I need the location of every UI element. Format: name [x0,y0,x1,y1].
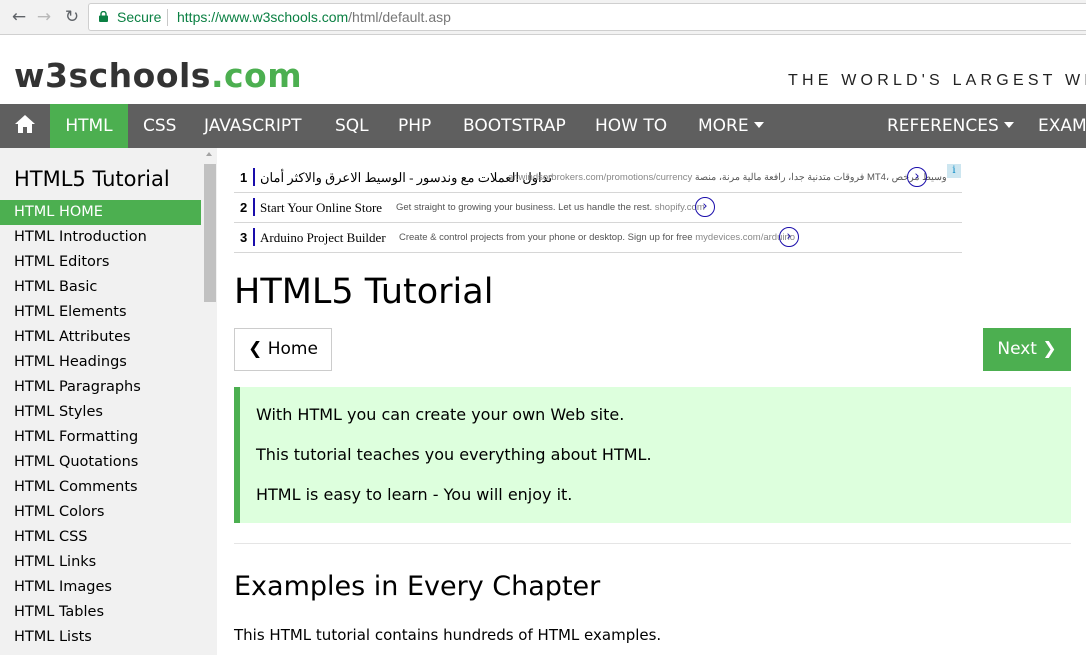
ad-desc: Get straight to growing your business. L… [396,202,705,213]
nav-php[interactable]: PHP [398,104,431,148]
nav-javascript[interactable]: JAVASCRIPT [204,104,302,148]
sidebar-item[interactable]: HTML Basic [0,275,201,300]
sidebar-item[interactable]: HTML Elements [0,300,201,325]
sidebar-item[interactable]: HTML Images [0,575,201,600]
reload-icon[interactable]: ↻ [61,6,83,28]
nav-more-label: MORE [698,116,749,136]
w3schools-logo[interactable]: w3schools.com [14,56,302,95]
ad-block: 1 تداول العملات مع وندسور - الوسيط الاعر… [234,163,962,253]
sidebar-item[interactable]: HTML Tables [0,600,201,625]
ad-title[interactable]: Start Your Online Store [260,200,382,216]
note-line: This tutorial teaches you everything abo… [256,445,652,464]
nav-howto[interactable]: HOW TO [595,104,667,148]
nav-exam[interactable]: EXAM [1038,104,1086,148]
house-icon [15,115,35,133]
ad-divider [253,168,255,186]
tagline: THE WORLD'S LARGEST WEB D [788,72,1086,89]
sidebar-item[interactable]: HTML HOME [0,200,201,225]
sidebar-item[interactable]: HTML Headings [0,350,201,375]
home-button[interactable]: ❮ Home [234,328,332,371]
forward-arrow-icon[interactable]: → [33,6,55,28]
nav-bootstrap[interactable]: BOOTSTRAP [463,104,566,148]
ad-url: ar.windsorbrokers.com/promotions/currenc… [508,172,693,183]
omnibox-separator [167,9,168,26]
sidebar-title: HTML5 Tutorial [14,167,170,191]
ad-row[interactable]: 2 Start Your Online Store Get straight t… [234,193,962,223]
nav-sql[interactable]: SQL [335,104,369,148]
address-bar[interactable]: Secure https://www.w3schools.com/html/de… [88,3,1086,31]
ad-desc: ar.windsorbrokers.com/promotions/currenc… [508,172,947,183]
sidebar-item[interactable]: HTML Paragraphs [0,375,201,400]
sidebar-scrollbar[interactable] [201,148,217,655]
lock-icon [99,11,108,22]
ad-row[interactable]: 3 Arduino Project Builder Create & contr… [234,223,962,253]
ad-number: 3 [240,230,248,245]
logo-main: w3schools [14,56,211,95]
top-navigation: HTML CSS JAVASCRIPT SQL PHP BOOTSTRAP HO… [0,104,1086,148]
intro-note: With HTML you can create your own Web si… [234,387,1071,523]
ad-arrow-icon[interactable]: › [695,197,715,217]
home-icon[interactable] [0,104,50,148]
nav-html[interactable]: HTML [50,104,128,148]
browser-toolbar: ← → ↻ Secure https://www.w3schools.com/h… [0,0,1086,35]
ad-title[interactable]: Arduino Project Builder [260,230,386,246]
ad-arrow-icon[interactable]: › [907,167,927,187]
sidebar-item[interactable]: HTML Comments [0,475,201,500]
sidebar-item[interactable]: HTML Formatting [0,425,201,450]
ad-desc-text: Get straight to growing your business. L… [396,202,653,213]
url-path: /html/default.asp [348,9,451,25]
note-line: With HTML you can create your own Web si… [256,405,625,424]
scroll-up-icon[interactable] [206,152,212,156]
nav-references-label: REFERENCES [887,116,999,136]
ad-divider [253,228,255,246]
url-text[interactable]: https://www.w3schools.com/html/default.a… [177,9,451,25]
ad-number: 2 [240,200,248,215]
sidebar-item[interactable]: HTML CSS [0,525,201,550]
nav-more[interactable]: MORE [698,104,764,148]
page-title: HTML5 Tutorial [234,272,494,312]
nav-references[interactable]: REFERENCES [887,104,1014,148]
sidebar-item[interactable]: HTML Introduction [0,225,201,250]
sidebar-item[interactable]: HTML Lists [0,625,201,650]
sidebar-item[interactable]: HTML Colors [0,500,201,525]
sidebar-item[interactable]: HTML Styles [0,400,201,425]
sidebar-item[interactable]: HTML Quotations [0,450,201,475]
next-button[interactable]: Next ❯ [983,328,1071,371]
ad-desc-text: Create & control projects from your phon… [399,232,693,243]
ad-arrow-icon[interactable]: › [779,227,799,247]
ad-desc: Create & control projects from your phon… [399,232,795,243]
caret-down-icon [753,122,764,128]
adchoices-info-icon[interactable]: i [947,164,961,178]
section-text: This HTML tutorial contains hundreds of … [234,626,662,644]
sidebar-item[interactable]: HTML Attributes [0,325,201,350]
nav-css[interactable]: CSS [143,104,176,148]
caret-down-icon [1003,122,1014,128]
sidebar-item[interactable]: HTML Editors [0,250,201,275]
back-arrow-icon[interactable]: ← [8,6,30,28]
logo-tld: .com [210,56,303,95]
section-divider [234,543,1071,544]
sidebar-item[interactable]: HTML Links [0,550,201,575]
secure-label: Secure [117,9,162,25]
note-line: HTML is easy to learn - You will enjoy i… [256,485,573,504]
ad-row[interactable]: 1 تداول العملات مع وندسور - الوسيط الاعر… [234,163,962,193]
ad-divider [253,198,255,216]
ad-number: 1 [240,170,248,185]
sidebar: HTML5 Tutorial HTML HOME HTML Introductio… [0,148,217,655]
url-host: https://www.w3schools.com [177,9,349,25]
section-heading: Examples in Every Chapter [234,571,601,602]
scroll-thumb[interactable] [204,164,216,302]
